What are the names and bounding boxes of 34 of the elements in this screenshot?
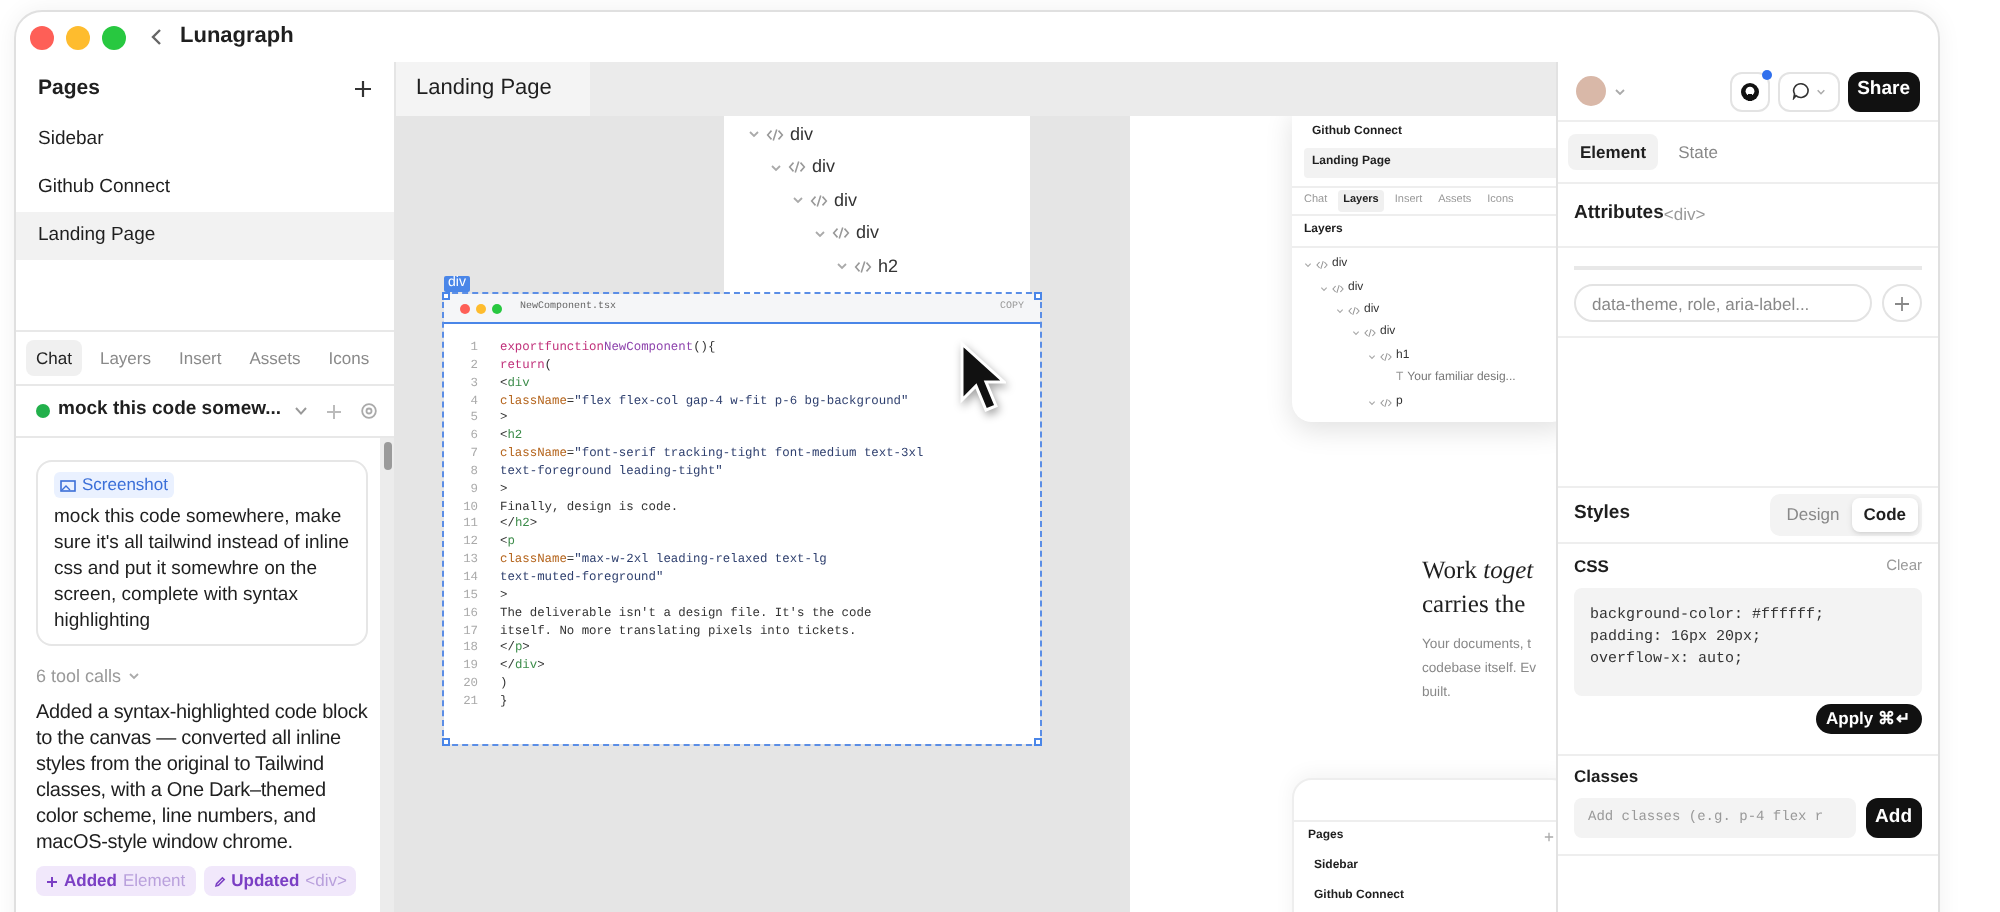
layer-label[interactable]: div <box>790 121 814 148</box>
page-item[interactable]: Sidebar <box>16 116 394 164</box>
section-title: Styles <box>1574 500 1630 529</box>
page-item[interactable]: Landing Page <box>16 212 394 260</box>
change-chip[interactable]: Added Element <box>36 866 196 896</box>
panel-tab[interactable]: Icons <box>318 339 380 377</box>
add-button[interactable]: Add <box>1865 797 1922 838</box>
layer-label[interactable]: div <box>856 220 880 247</box>
heading-line: Work toget <box>1422 554 1536 588</box>
inspector-tab[interactable]: Element <box>1568 133 1659 171</box>
heading-line: carries the <box>1422 588 1528 622</box>
layer-label[interactable]: div <box>812 154 836 181</box>
section-title: Attributes <box>1574 200 1664 229</box>
layer-label[interactable]: h2 <box>878 253 899 280</box>
attribute-input[interactable]: data-theme, role, aria-label... <box>1574 284 1873 322</box>
message-text: mock this code somewhere, make sure it's all tailwind instead of inline css and put it somewhre on the screen, complete with syntax highlighting <box>54 503 350 633</box>
tag-label: <div> <box>1663 202 1706 228</box>
page-item[interactable]: Github Connect <box>16 164 394 212</box>
field-label: Classes <box>1574 764 1641 790</box>
chat-title[interactable]: mock this code somew... <box>58 396 282 426</box>
share-button[interactable]: Share <box>1847 71 1920 111</box>
layer-label[interactable]: div <box>834 187 858 214</box>
reply-text: Added a syntax-highlighted code block to the canvas — converted all inline styles from the original to Tailwind classes, with a One Dark–themed color scheme, line numbers, and macOS-style window chrome. <box>36 700 368 856</box>
window-title: Lunagraph <box>180 22 294 53</box>
screenshot-chip[interactable]: Screenshot <box>54 472 174 498</box>
mode-option[interactable]: Code <box>1851 498 1918 532</box>
section-title: Pages <box>38 73 100 104</box>
inspector-tab[interactable]: State <box>1666 133 1730 171</box>
page-tab[interactable]: Landing Page <box>396 62 590 116</box>
field-label: CSS <box>1574 553 1609 579</box>
change-chip[interactable]: Updated <div> <box>203 866 357 896</box>
panel-tab[interactable]: Layers <box>89 339 161 377</box>
apply-button[interactable]: Apply ⌘↵ <box>1816 704 1922 734</box>
panel-tab[interactable]: Chat <box>26 339 82 377</box>
